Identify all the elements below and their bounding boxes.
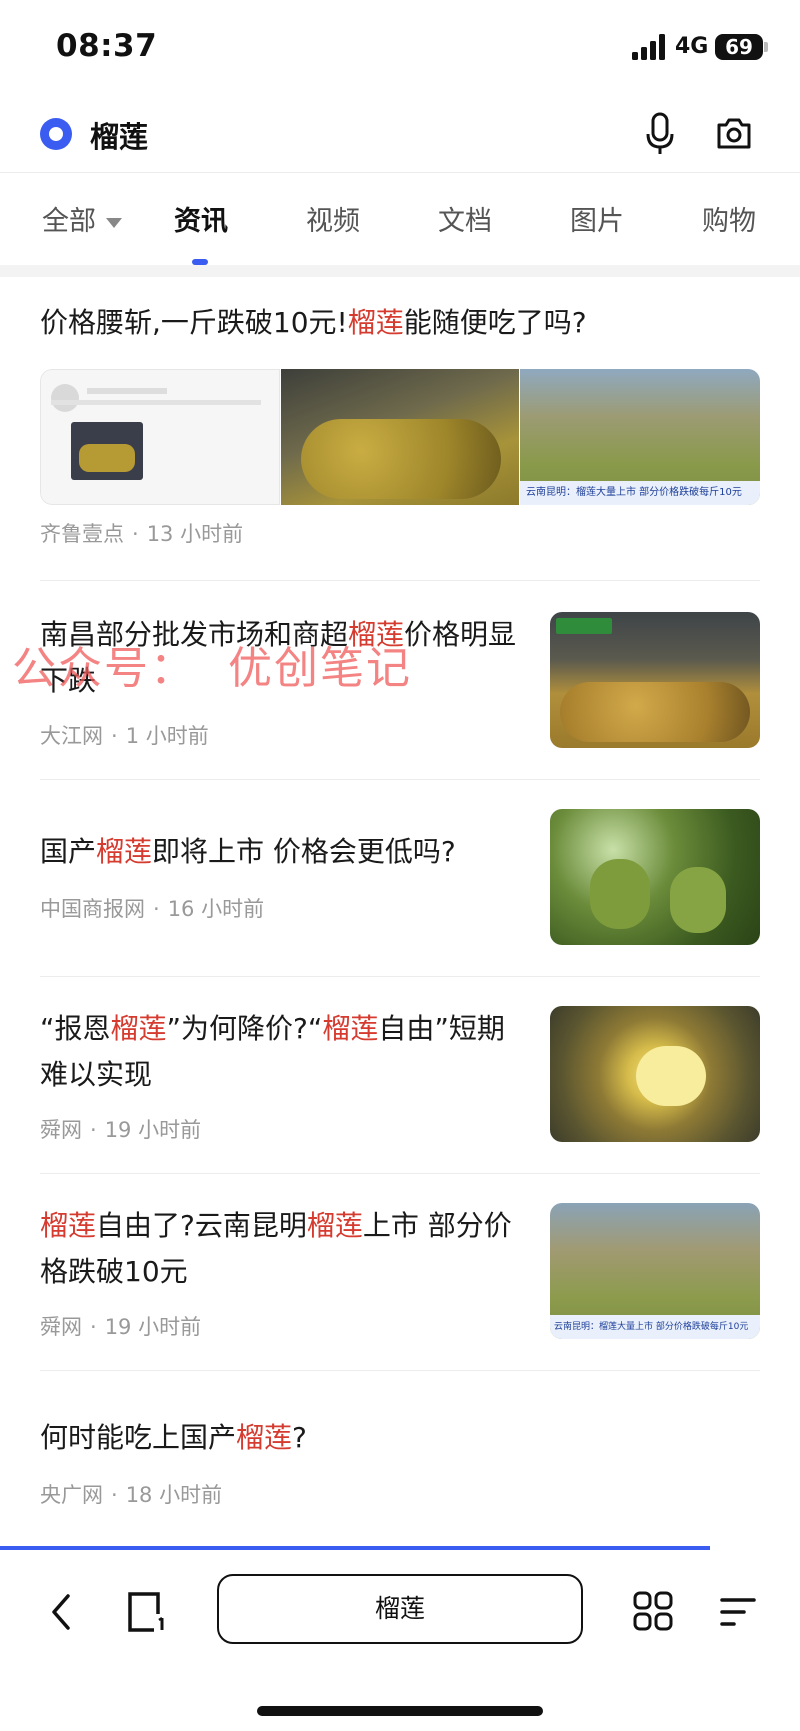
title-text: ”为何降价?“	[166, 1012, 323, 1045]
divider	[40, 1173, 760, 1174]
tab-all-label: 全部	[42, 206, 96, 237]
search-header: 榴莲	[0, 96, 800, 172]
news-meta: 舜网 · 19 小时前	[40, 1118, 202, 1142]
news-item[interactable]: 何时能吃上国产榴莲? 央广网 · 18 小时前	[0, 1415, 800, 1535]
title-text: 即将上市 价格会更低吗?	[152, 835, 456, 868]
news-time: 19 小时前	[104, 1118, 202, 1142]
tab-news[interactable]: 资讯	[174, 199, 228, 238]
divider	[40, 976, 760, 977]
news-title: 国产榴莲即将上市 价格会更低吗?	[40, 829, 530, 875]
news-title: “报恩榴莲”为何降价?“榴莲自由”短期难以实现	[40, 1006, 530, 1098]
news-image-strip: 云南昆明：榴莲大量上市 部分价格跌破每斤10元	[40, 369, 760, 505]
news-source: 舜网	[40, 1118, 82, 1142]
microphone-icon[interactable]	[645, 112, 675, 156]
news-source: 中国商报网	[40, 897, 145, 921]
bottom-toolbar: 榴莲	[0, 1550, 800, 1731]
category-tabs: 全部 资讯 视频 文档 图片 购物	[0, 173, 800, 265]
title-highlight: 榴莲	[96, 835, 153, 868]
news-item[interactable]: 国产榴莲即将上市 价格会更低吗? 中国商报网 · 16 小时前	[0, 809, 800, 959]
divider	[40, 779, 760, 780]
news-time: 16 小时前	[167, 897, 265, 921]
news-source: 齐鲁壹点	[40, 522, 124, 546]
tabs-separator	[0, 265, 800, 277]
title-text: 自由了?云南昆明	[96, 1209, 307, 1242]
title-highlight: 榴莲	[236, 1421, 293, 1454]
title-text: “报恩	[40, 1012, 111, 1045]
chevron-down-icon	[106, 217, 122, 228]
tab-video[interactable]: 视频	[306, 199, 360, 238]
bottom-search-box[interactable]: 榴莲	[217, 1574, 583, 1644]
tab-shopping[interactable]: 购物	[702, 199, 756, 238]
news-time: 19 小时前	[104, 1315, 202, 1339]
news-title: 价格腰斩,一斤跌破10元!榴莲能随便吃了吗?	[40, 300, 760, 346]
network-type: 4G	[675, 34, 709, 59]
news-time: 1 小时前	[125, 724, 209, 748]
news-item[interactable]: 榴莲自由了?云南昆明榴莲上市 部分价格跌破10元 舜网 · 19 小时前 云南昆明：…	[0, 1203, 800, 1353]
title-highlight: 榴莲	[110, 1012, 167, 1045]
divider	[40, 1370, 760, 1371]
status-bar: 08:37 4G 69	[0, 0, 800, 96]
title-text: 国产	[40, 835, 97, 868]
news-image-screenshot	[40, 369, 280, 505]
news-time: 18 小时前	[125, 1483, 223, 1507]
news-title: 榴莲自由了?云南昆明榴莲上市 部分价格跌破10元	[40, 1203, 530, 1295]
watermark: 公众号： 优创笔记	[12, 643, 412, 694]
title-highlight: 榴莲	[347, 306, 404, 339]
news-item[interactable]: 价格腰斩,一斤跌破10元!榴莲能随便吃了吗? 云南昆明：榴莲大量上市 部分价格跌…	[0, 300, 800, 546]
news-time: 13 小时前	[146, 522, 244, 546]
title-text: 价格腰斩,一斤跌破10元!	[40, 306, 348, 339]
title-text: 能随便吃了吗?	[403, 306, 587, 339]
tabs-count-icon[interactable]	[126, 1590, 170, 1634]
news-thumbnail	[550, 809, 760, 945]
image-caption: 云南昆明：榴莲大量上市 部分价格跌破每斤10元	[520, 481, 760, 505]
tab-docs[interactable]: 文档	[438, 199, 492, 238]
news-meta: 舜网 · 19 小时前	[40, 1315, 202, 1339]
title-text: 何时能吃上国产	[40, 1421, 237, 1454]
news-thumbnail	[550, 612, 760, 748]
title-highlight: 榴莲	[40, 1209, 97, 1242]
battery-nub	[764, 42, 768, 52]
news-item[interactable]: “报恩榴莲”为何降价?“榴莲自由”短期难以实现 舜网 · 19 小时前	[0, 1006, 800, 1156]
news-meta: 齐鲁壹点 · 13 小时前	[40, 522, 244, 546]
divider	[40, 580, 760, 581]
news-meta: 央广网 · 18 小时前	[40, 1483, 223, 1507]
title-highlight: 榴莲	[322, 1012, 379, 1045]
back-arrow-icon[interactable]	[44, 1590, 78, 1634]
title-highlight: 榴莲	[306, 1209, 363, 1242]
app-logo-icon	[40, 118, 72, 150]
apps-grid-icon[interactable]	[632, 1590, 674, 1632]
news-image-durian-market: 云南昆明：榴莲大量上市 部分价格跌破每斤10元	[520, 369, 760, 505]
news-source: 大江网	[40, 724, 103, 748]
battery-icon: 69	[715, 34, 763, 60]
news-meta: 中国商报网 · 16 小时前	[40, 897, 265, 921]
cellular-signal-icon	[632, 34, 666, 60]
news-thumbnail: 云南昆明：榴莲大量上市 部分价格跌破每斤10元	[550, 1203, 760, 1339]
news-title: 何时能吃上国产榴莲?	[40, 1415, 760, 1461]
home-indicator	[257, 1706, 543, 1716]
news-source: 央广网	[40, 1483, 103, 1507]
menu-icon[interactable]	[718, 1592, 758, 1632]
news-thumbnail	[550, 1006, 760, 1142]
image-caption: 云南昆明：榴莲大量上市 部分价格跌破每斤10元	[550, 1315, 760, 1339]
status-time: 08:37	[56, 28, 158, 64]
camera-icon[interactable]	[715, 114, 753, 152]
news-image-durian-stall	[281, 369, 519, 505]
tab-all[interactable]: 全部	[42, 199, 122, 238]
title-text: ?	[292, 1421, 307, 1454]
news-source: 舜网	[40, 1315, 82, 1339]
news-meta: 大江网 · 1 小时前	[40, 724, 209, 748]
search-query[interactable]: 榴莲	[90, 114, 148, 156]
tab-images[interactable]: 图片	[570, 199, 624, 238]
